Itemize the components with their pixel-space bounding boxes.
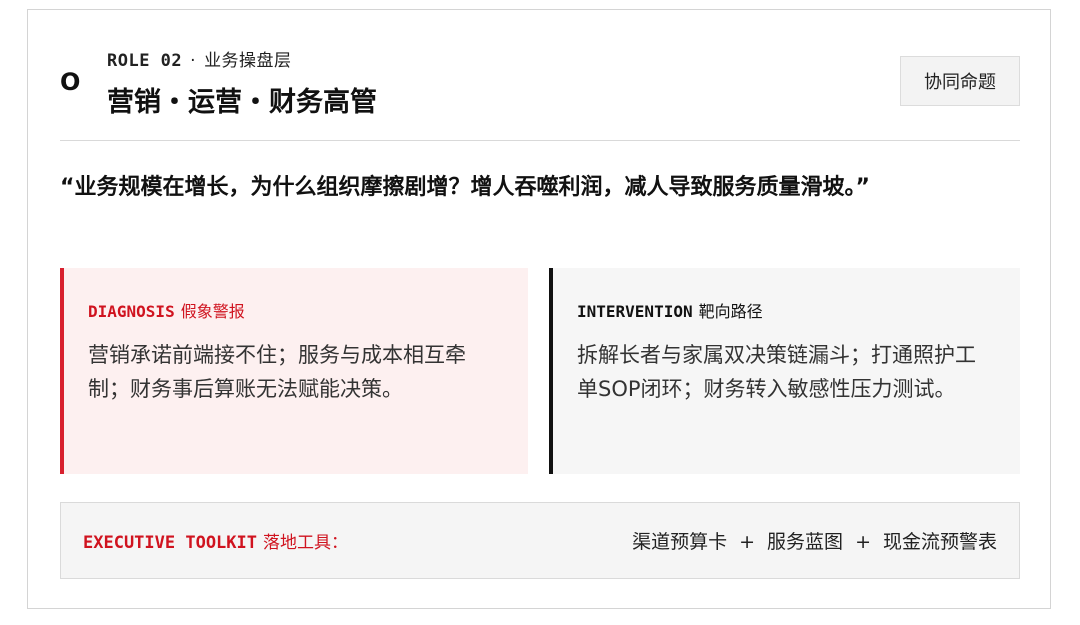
diagnosis-panel: DIAGNOSIS 假象警报 营销承诺前端接不住；服务与成本相互牵制；财务事后算账… <box>60 268 528 474</box>
role-code: ROLE 02 <box>107 51 183 71</box>
intervention-body: 拆解长者与家属双决策链漏斗；打通照护工单SOP闭环；财务转入敏感性压力测试。 <box>577 343 976 401</box>
diagnosis-title: 假象警报 <box>180 302 245 321</box>
diagnosis-label: DIAGNOSIS 假象警报 <box>88 298 504 322</box>
toolkit-item-channel-budget: 渠道预算卡 <box>632 531 728 553</box>
ring-icon: O <box>60 68 81 96</box>
synergy-topic-button[interactable]: 协同命题 <box>900 56 1020 106</box>
role-card: O ROLE 02 · 业务操盘层 营销・运营・财务高管 协同命题 “业务规模在增长… <box>27 9 1051 609</box>
toolkit-item-service-blueprint: 服务蓝图 <box>767 531 844 553</box>
plus-icon: + <box>855 531 871 553</box>
page-title: 营销・运营・财务高管 <box>107 87 377 118</box>
diagnosis-body: 营销承诺前端接不住；服务与成本相互牵制；财务事后算账无法赋能决策。 <box>88 343 466 401</box>
toolkit-items: 渠道预算卡 + 服务蓝图 + 现金流预警表 <box>632 527 997 554</box>
role-line: ROLE 02 · 业务操盘层 <box>107 46 292 71</box>
intervention-title: 靶向路径 <box>698 302 763 321</box>
pain-point-quote: “业务规模在增长，为什么组织摩擦剧增？增人吞噬利润，减人导致服务质量滑坡。” <box>60 175 870 200</box>
plus-icon: + <box>739 531 756 553</box>
toolkit-item-cashflow-alert: 现金流预警表 <box>882 531 997 553</box>
toolkit-label: EXECUTIVE TOOLKIT 落地工具： <box>83 528 348 553</box>
role-separator: · <box>190 51 197 71</box>
executive-toolkit: EXECUTIVE TOOLKIT 落地工具： 渠道预算卡 + 服务蓝图 + 现金流预警表 <box>60 502 1020 579</box>
card-header: O ROLE 02 · 业务操盘层 营销・运营・财务高管 协同命题 <box>60 44 1020 141</box>
intervention-panel: INTERVENTION 靶向路径 拆解长者与家属双决策链漏斗；打通照护工单SOP… <box>549 268 1020 474</box>
toolkit-title: 落地工具： <box>263 533 348 553</box>
intervention-code: INTERVENTION <box>577 302 693 321</box>
intervention-label: INTERVENTION 靶向路径 <box>577 298 996 322</box>
role-subtitle: 业务操盘层 <box>204 51 292 71</box>
toolkit-code: EXECUTIVE TOOLKIT <box>83 533 257 553</box>
diagnosis-code: DIAGNOSIS <box>88 302 175 321</box>
